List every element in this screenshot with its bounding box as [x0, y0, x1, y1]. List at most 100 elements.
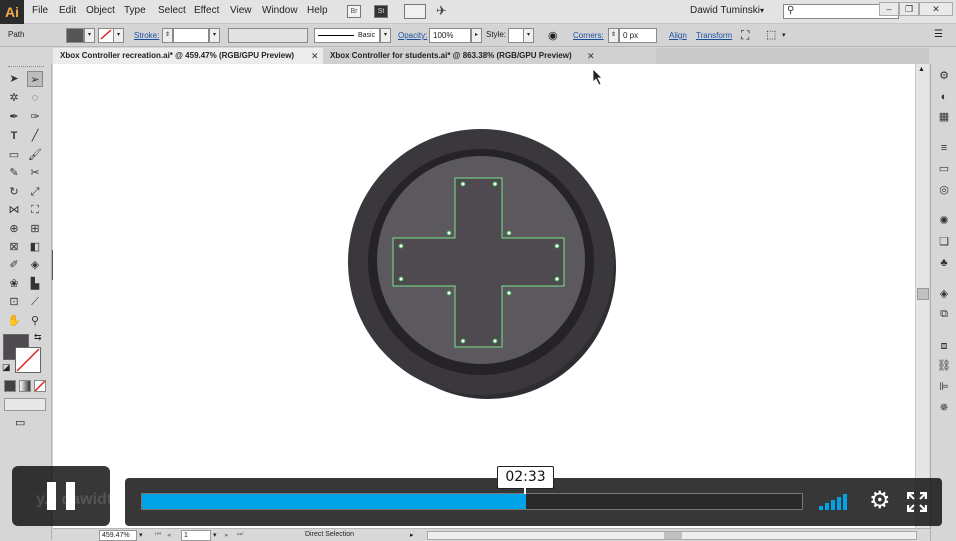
- graphic-style-swatch[interactable]: [508, 28, 524, 43]
- rotate-tool-icon[interactable]: ↻: [6, 184, 22, 200]
- mesh-tool-icon[interactable]: ⊠: [6, 239, 22, 255]
- shape-builder-icon[interactable]: ⊕: [6, 221, 22, 237]
- type-tool-icon[interactable]: T: [6, 128, 22, 144]
- fullscreen-icon[interactable]: [907, 492, 927, 512]
- slice-tool-icon[interactable]: ⟋: [27, 294, 43, 310]
- symbol-sprayer-icon[interactable]: ❀: [6, 276, 22, 292]
- free-transform-icon[interactable]: ⛶: [27, 202, 43, 218]
- color-mode-icon[interactable]: [4, 380, 16, 392]
- stroke-color-swatch[interactable]: [15, 347, 41, 373]
- artboards-icon[interactable]: ⧉: [936, 306, 952, 322]
- minimize-button[interactable]: –: [879, 2, 899, 16]
- anchor-point[interactable]: [492, 338, 498, 344]
- anchor-point[interactable]: [554, 276, 560, 282]
- menu-edit[interactable]: Edit: [59, 5, 76, 16]
- anchor-point[interactable]: [460, 338, 466, 344]
- anchor-point[interactable]: [506, 230, 512, 236]
- layers-icon[interactable]: ◈: [936, 286, 952, 302]
- zoom-dropdown-icon[interactable]: ▾: [139, 531, 143, 539]
- menu-type[interactable]: Type: [124, 5, 146, 16]
- corners-input[interactable]: 0 px: [619, 28, 657, 43]
- gradient-mode-icon[interactable]: [19, 380, 31, 392]
- artboard-number[interactable]: 1: [181, 530, 211, 541]
- user-name[interactable]: Dawid Tuminski: [690, 5, 760, 16]
- stroke-swatch[interactable]: [98, 28, 114, 43]
- panel-grip[interactable]: [8, 66, 44, 69]
- select-similar-icon[interactable]: ⬚: [766, 28, 776, 41]
- scroll-up-icon[interactable]: ▲: [918, 66, 925, 73]
- tab-recreation[interactable]: Xbox Controller recreation.ai* @ 459.47%…: [53, 48, 323, 64]
- scissors-icon[interactable]: ✂: [27, 165, 43, 181]
- stroke-panel-icon[interactable]: ≡: [936, 140, 952, 156]
- anchor-point[interactable]: [554, 243, 560, 249]
- eyedropper-icon[interactable]: ✐: [6, 257, 22, 273]
- pencil-tool-icon[interactable]: ✎: [6, 165, 22, 181]
- stroke-weight-input[interactable]: [173, 28, 209, 43]
- align-panel-icon[interactable]: ⊫: [936, 379, 952, 395]
- swap-colors-icon[interactable]: ⇆: [34, 332, 42, 343]
- progress-bar[interactable]: [141, 493, 803, 510]
- last-artboard-icon[interactable]: ⏭: [237, 531, 243, 539]
- scroll-thumb[interactable]: [664, 532, 682, 539]
- tab-close-icon[interactable]: ✕: [587, 48, 595, 64]
- blend-tool-icon[interactable]: ◈: [27, 257, 43, 273]
- fill-swatch[interactable]: [66, 28, 84, 43]
- stock-button[interactable]: St: [374, 5, 388, 18]
- menu-effect[interactable]: Effect: [194, 5, 219, 16]
- appearance-icon[interactable]: ✺: [936, 213, 952, 229]
- anchor-point[interactable]: [446, 230, 452, 236]
- artboard-dropdown-icon[interactable]: ▾: [213, 531, 217, 539]
- align-link[interactable]: Align: [669, 31, 687, 40]
- artboard-tool-icon[interactable]: ⊡: [6, 294, 22, 310]
- anchor-point[interactable]: [460, 181, 466, 187]
- tab-for-students[interactable]: Xbox Controller for students.ai* @ 863.3…: [323, 48, 656, 64]
- gpu-performance-icon[interactable]: ✈: [436, 3, 447, 19]
- stroke-weight-stepper[interactable]: ⇕: [162, 28, 173, 43]
- direct-selection-tool-icon[interactable]: ➢: [27, 71, 43, 87]
- graphic-styles-icon[interactable]: ❏: [936, 234, 952, 250]
- anchor-point[interactable]: [492, 181, 498, 187]
- anchor-point[interactable]: [446, 290, 452, 296]
- first-artboard-icon[interactable]: ⏮: [155, 531, 161, 539]
- stroke-weight-dropdown-icon[interactable]: ▾: [209, 28, 220, 43]
- menu-help[interactable]: Help: [307, 5, 328, 16]
- column-graph-icon[interactable]: ▙: [27, 276, 43, 292]
- close-button[interactable]: ✕: [919, 2, 953, 16]
- tab-close-icon[interactable]: ✕: [311, 48, 319, 64]
- pathfinder-icon[interactable]: ✵: [936, 400, 952, 416]
- default-colors-icon[interactable]: ◪: [2, 362, 11, 373]
- links-icon[interactable]: ⛓: [936, 358, 952, 374]
- panel-menu-icon[interactable]: ☰: [934, 29, 943, 40]
- color-icon[interactable]: ◐: [936, 89, 952, 105]
- zoom-tool-icon[interactable]: ⚲: [27, 313, 43, 329]
- hand-tool-icon[interactable]: ✋: [6, 313, 22, 329]
- prev-artboard-icon[interactable]: ◂: [167, 531, 171, 539]
- graphic-style-dropdown-icon[interactable]: ▾: [523, 28, 534, 43]
- perspective-grid-icon[interactable]: ⊞: [27, 221, 43, 237]
- paintbrush-icon[interactable]: 🖌: [27, 147, 43, 163]
- anchor-point[interactable]: [398, 276, 404, 282]
- menu-select[interactable]: Select: [158, 5, 186, 16]
- color-guide-icon[interactable]: ⚙: [936, 68, 952, 84]
- artboard-canvas[interactable]: [53, 64, 915, 528]
- menu-window[interactable]: Window: [262, 5, 298, 16]
- gradient-tool-icon[interactable]: ◧: [27, 239, 43, 255]
- volume-icon[interactable]: [818, 492, 850, 512]
- rectangle-tool-icon[interactable]: ▭: [6, 147, 22, 163]
- width-tool-icon[interactable]: ⋈: [6, 202, 22, 218]
- anchor-point[interactable]: [398, 243, 404, 249]
- menu-file[interactable]: File: [32, 5, 48, 16]
- stroke-dropdown-icon[interactable]: ▾: [113, 28, 124, 43]
- brush-dropdown-icon[interactable]: ▾: [380, 28, 391, 43]
- fill-dropdown-icon[interactable]: ▾: [84, 28, 95, 43]
- horizontal-scrollbar[interactable]: [427, 531, 917, 540]
- scroll-thumb[interactable]: [917, 288, 929, 300]
- swatches-icon[interactable]: ▦: [936, 109, 952, 125]
- opacity-label[interactable]: Opacity:: [398, 31, 427, 40]
- corners-stepper[interactable]: ⇕: [608, 28, 619, 43]
- status-menu-icon[interactable]: ▸: [410, 531, 414, 539]
- opacity-arrow-icon[interactable]: ▸: [471, 28, 482, 43]
- magic-wand-icon[interactable]: ✲: [6, 90, 22, 106]
- select-similar-dropdown-icon[interactable]: ▾: [782, 31, 786, 39]
- transform-link[interactable]: Transform: [696, 31, 732, 40]
